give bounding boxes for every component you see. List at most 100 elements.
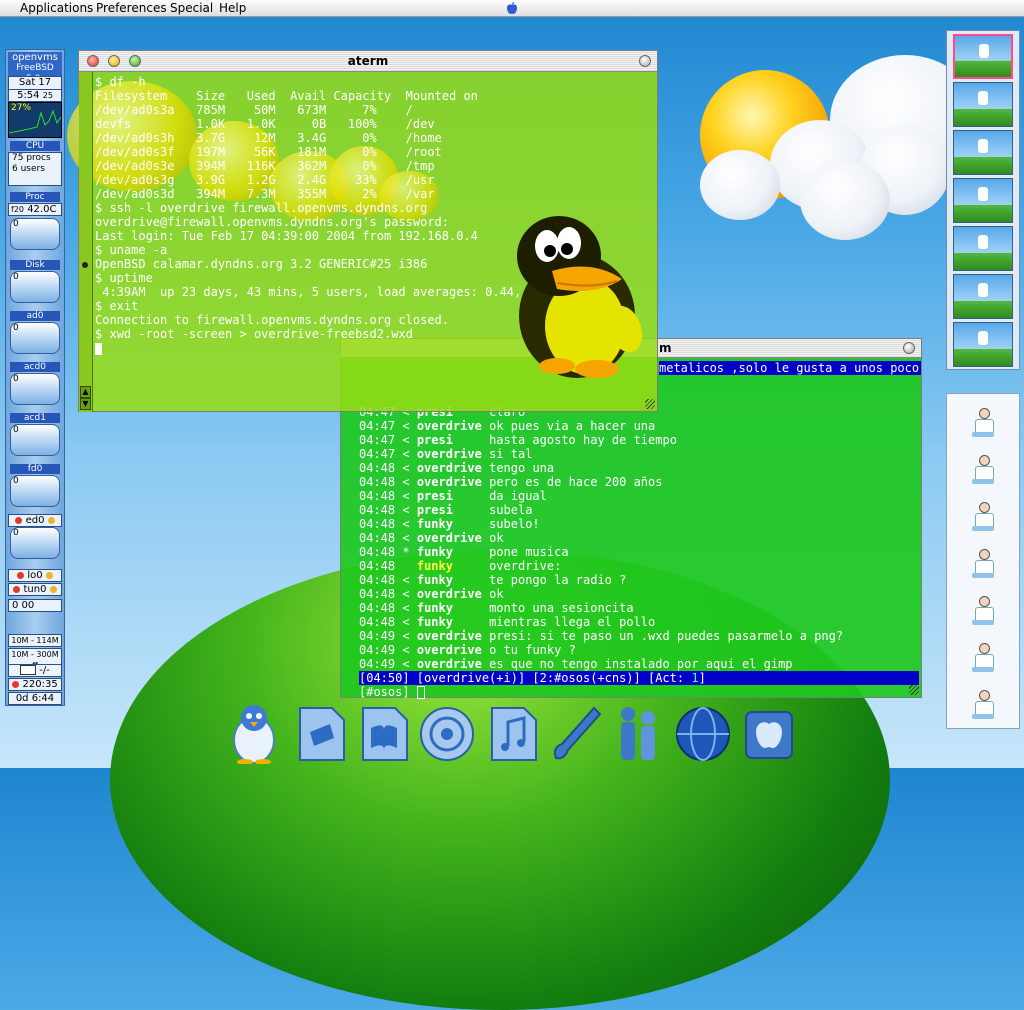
net-ed0-value: 0: [13, 528, 19, 538]
aterm-window[interactable]: aterm ▲ ▼ $ df -h Filesystem Size Used A…: [67, 50, 658, 412]
irc-message-text: mientras llega el pollo: [489, 615, 656, 629]
menu-preferences[interactable]: Preferences: [96, 0, 167, 16]
globe-icon[interactable]: [674, 702, 732, 764]
scroll-thumb[interactable]: [82, 262, 88, 268]
music-icon[interactable]: [484, 702, 542, 764]
irc-nick[interactable]: funky: [417, 559, 453, 573]
irc-message-text: tengo una: [489, 461, 555, 475]
irc-nick[interactable]: funky: [417, 545, 453, 559]
irc-topic: metalicos ,solo le gusta a unos poco: [659, 361, 921, 375]
disk-icon[interactable]: [740, 702, 798, 764]
irc-status-bar: [04:50] [overdrive(+i)] [2:#osos(+cns)] …: [359, 671, 919, 685]
irc-message-text: pero es de hace 200 años: [489, 475, 663, 489]
terminal-line: overdrive@firewall.openvms.dyndns.org's …: [95, 215, 450, 229]
iconified-window-icon[interactable]: [969, 596, 997, 628]
menu-help[interactable]: Help: [219, 0, 246, 16]
dock-time: 5:54: [17, 90, 40, 101]
dev-acd0-slot: 0: [10, 373, 60, 405]
irc-message-row: 04:48 * funky pone musica: [359, 545, 843, 559]
irc-nick[interactable]: overdrive: [417, 643, 482, 657]
irc-nick[interactable]: funky: [417, 601, 453, 615]
iconified-window-icon[interactable]: [969, 549, 997, 581]
resize-grip[interactable]: [909, 685, 919, 695]
proc-slot-value: 0: [13, 219, 19, 229]
irc-message-row: 04:48 < overdrive pero es de hace 200 añ…: [359, 475, 843, 489]
aterm-title: aterm: [347, 54, 389, 68]
irc-separator: [402, 559, 409, 573]
irc-message-list: 04:47 < presi claro 04:47 < overdrive ok …: [359, 405, 843, 671]
pager-desktop-1[interactable]: [953, 34, 1013, 79]
uptime-readout: 220:35: [8, 678, 62, 691]
irc-timestamp: 04:48: [359, 461, 396, 475]
terminal-line: /dev/ad0s3h 3.7G 12M 3.4G 0% /home: [95, 131, 442, 145]
people-icon[interactable]: [608, 702, 666, 764]
irc-message-row: 04:48 < funky subelo!: [359, 517, 843, 531]
paintbrush-icon[interactable]: [546, 702, 604, 764]
aterm-scrollbar[interactable]: ▲ ▼: [79, 72, 93, 412]
figure-icon: [978, 331, 988, 345]
irc-timestamp: 04:48: [359, 573, 396, 587]
irc-nick[interactable]: overdrive: [417, 657, 482, 671]
pager-desktop-5[interactable]: [953, 226, 1013, 271]
figure-icon: [978, 139, 988, 153]
irc-input[interactable]: [#osos]: [359, 685, 425, 699]
irc-timestamp: 04:48: [359, 545, 396, 559]
scroll-up-button[interactable]: ▲: [80, 386, 91, 398]
irc-timestamp: 04:48: [359, 615, 396, 629]
irc-message-row: 04:48 < presi da igual: [359, 489, 843, 503]
irc-message-row: 04:49 < overdrive o tu funky ?: [359, 643, 843, 657]
tux-icon[interactable]: [225, 702, 283, 764]
irc-nick[interactable]: funky: [417, 573, 453, 587]
book-icon[interactable]: [355, 702, 413, 764]
irc-message-text: monto una sesioncita: [489, 601, 634, 615]
irc-message-row: 04:49 < overdrive presi: si te paso un .…: [359, 629, 843, 643]
irc-nick[interactable]: funky: [417, 615, 453, 629]
app-icon[interactable]: [292, 702, 350, 764]
menu-applications[interactable]: Applications: [20, 0, 93, 16]
irc-collapse-button[interactable]: [903, 342, 915, 354]
dev-fd0-label: fd0: [10, 464, 60, 474]
pager-desktop-6[interactable]: [953, 274, 1013, 319]
aterm-titlebar[interactable]: aterm: [79, 51, 657, 72]
cd-icon[interactable]: [418, 702, 476, 764]
terminal-line: /dev/ad0s3a 785M 50M 673M 7% /: [95, 103, 413, 117]
irc-timestamp: 04:48: [359, 531, 396, 545]
irc-nick[interactable]: presi: [417, 433, 453, 447]
irc-nick[interactable]: overdrive: [417, 629, 482, 643]
irc-nick[interactable]: funky: [417, 517, 453, 531]
irc-message-text: subela: [489, 503, 533, 517]
iconified-window-icon[interactable]: [969, 455, 997, 487]
mail-status[interactable]: -/-: [8, 664, 62, 677]
pager-desktop-7[interactable]: [953, 322, 1013, 367]
mail-count: -/-: [39, 665, 50, 676]
irc-nick[interactable]: presi: [417, 489, 453, 503]
menu-special[interactable]: Special: [170, 0, 213, 16]
iconified-window-icon[interactable]: [969, 502, 997, 534]
iconified-window-icon[interactable]: [969, 643, 997, 675]
apple-icon[interactable]: [505, 1, 519, 15]
dev-acd1-value: 0: [13, 425, 19, 435]
irc-input-prompt: [#osos]: [359, 685, 417, 699]
dev-ad0-label: ad0: [10, 311, 60, 321]
irc-nick[interactable]: overdrive: [417, 475, 482, 489]
iconified-window-icon[interactable]: [969, 408, 997, 440]
pager-desktop-2[interactable]: [953, 82, 1013, 127]
irc-message-row: 04:49 < overdrive es que no tengo instal…: [359, 657, 843, 671]
irc-separator: <: [402, 587, 410, 601]
terminal-line: $ uname -a: [95, 243, 168, 257]
irc-nick[interactable]: overdrive: [417, 587, 482, 601]
irc-nick[interactable]: overdrive: [417, 461, 482, 475]
collapse-button[interactable]: [639, 55, 651, 67]
irc-nick[interactable]: overdrive: [417, 531, 482, 545]
net-ed0: ed0: [8, 514, 62, 527]
irc-nick[interactable]: presi: [417, 503, 453, 517]
irc-separator: <: [402, 447, 410, 461]
scroll-down-button[interactable]: ▼: [80, 398, 91, 410]
irc-timestamp: 04:48: [359, 559, 396, 573]
irc-nick[interactable]: overdrive: [417, 447, 482, 461]
irc-title: m: [659, 341, 672, 355]
pager-desktop-3[interactable]: [953, 130, 1013, 175]
pager-desktop-4[interactable]: [953, 178, 1013, 223]
irc-nick[interactable]: overdrive: [417, 419, 482, 433]
resize-grip[interactable]: [645, 399, 655, 409]
